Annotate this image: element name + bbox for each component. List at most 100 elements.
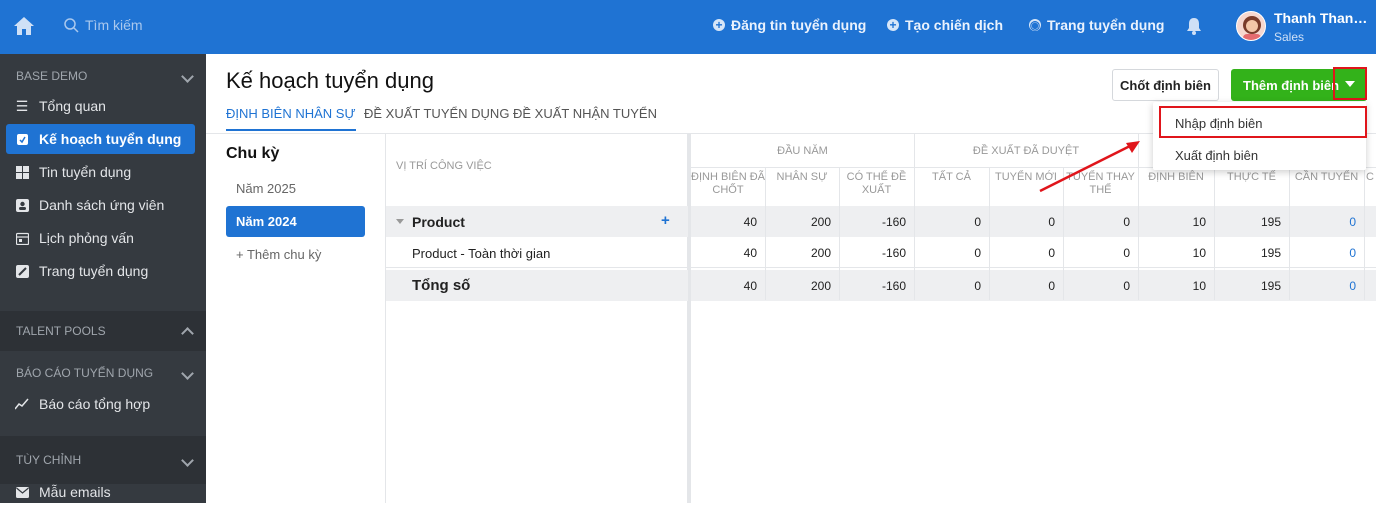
cycle-panel: Chu kỳ Năm 2025 Năm 2024 + Thêm chu kỳ — [206, 134, 386, 503]
top-bar: Tìm kiếm + Đăng tin tuyển dụng + Tạo chiến… — [0, 0, 1376, 54]
section-report[interactable]: BÁO CÁO TUYỂN DỤNG — [0, 357, 206, 389]
cycle-title: Chu kỳ — [226, 145, 280, 162]
col-header-finalized: ĐỊNH BIÊN ĐÃ CHỐT — [691, 171, 765, 196]
section-talent-pools[interactable]: TALENT POOLS — [0, 311, 206, 351]
table-cell: 0 — [1123, 214, 1130, 229]
calendar-icon — [15, 231, 29, 245]
user-name[interactable]: Thanh Thanh ... — [1274, 10, 1374, 26]
sidebar-item-candidates[interactable]: Danh sách ứng viên — [6, 190, 195, 220]
add-headcount-dropdown-toggle[interactable] — [1333, 67, 1367, 100]
table-cell: 40 — [743, 278, 757, 293]
table-cell: 40 — [743, 245, 757, 260]
caret-down-icon — [1345, 80, 1355, 87]
sidebar-item-summary-report[interactable]: Báo cáo tổng hợp — [6, 389, 195, 419]
table-cell: -160 — [881, 278, 906, 293]
sidebar-item-job-posts[interactable]: Tin tuyển dụng — [6, 157, 195, 187]
plus-circle-icon: + — [887, 19, 899, 31]
finalize-headcount-button[interactable]: Chốt định biên — [1112, 69, 1219, 101]
sidebar: BASE DEMO ☰ Tổng quan Kế hoạch tuyển dụng… — [0, 54, 206, 503]
table-cell-link[interactable]: 0 — [1289, 237, 1364, 268]
col-header-replacement: TUYỂN THAY THẾ — [1066, 171, 1135, 196]
table-cell: 195 — [1260, 245, 1281, 260]
table-cell: 0 — [974, 214, 981, 229]
section-base-demo[interactable]: BASE DEMO — [0, 60, 206, 92]
table-cell: 0 — [1123, 245, 1130, 260]
collapse-triangle-icon — [396, 219, 404, 224]
table-cell: 0 — [1048, 245, 1055, 260]
grid-icon — [15, 165, 29, 179]
table-cell-link[interactable]: 0 — [1289, 270, 1364, 301]
position-header: VỊ TRÍ CÔNG VIỆC — [396, 160, 492, 172]
home-icon[interactable] — [12, 15, 36, 37]
col-header-new-hire: TUYỂN MỚI — [995, 171, 1057, 183]
sidebar-item-overview[interactable]: ☰ Tổng quan — [6, 91, 195, 121]
sidebar-item-recruitment-plan[interactable]: Kế hoạch tuyển dụng — [6, 124, 195, 154]
mail-icon — [15, 485, 29, 499]
cycle-item-2024[interactable]: Năm 2024 — [226, 206, 365, 237]
col-header-actual: THỰC TẾ — [1227, 171, 1276, 183]
table-cell: -160 — [881, 245, 906, 260]
grid-line — [1364, 168, 1365, 300]
group-header-start-year: ĐẦU NĂM — [691, 134, 914, 168]
chevron-down-icon — [181, 366, 194, 380]
col-header-headcount: ĐỊNH BIÊN — [1148, 171, 1204, 183]
search-box[interactable]: Tìm kiếm — [64, 17, 143, 33]
row-label-product[interactable]: Product — [396, 206, 465, 237]
add-position-icon[interactable]: + — [661, 212, 670, 229]
col-header-need: CẦN TUYỂN — [1294, 171, 1359, 183]
chevron-down-icon — [181, 69, 194, 83]
tab-recruit-proposal[interactable]: ĐỀ XUẤT TUYỂN DỤNG — [364, 106, 509, 129]
sidebar-item-career-page[interactable]: Trang tuyển dụng — [6, 256, 195, 286]
highlight-box — [1159, 106, 1367, 138]
add-cycle-link[interactable]: + Thêm chu kỳ — [226, 239, 365, 270]
table-cell: 10 — [1192, 278, 1206, 293]
table-cell: 10 — [1192, 214, 1206, 229]
table-cell: 195 — [1260, 214, 1281, 229]
col-header-all: TẤT CẢ — [932, 171, 971, 183]
table-cell: -160 — [881, 214, 906, 229]
globe-icon: ◉ — [1029, 18, 1041, 32]
plan-icon — [15, 132, 29, 146]
search-icon — [64, 17, 79, 33]
sidebar-item-interview-schedule[interactable]: Lịch phỏng vấn — [6, 223, 195, 253]
search-placeholder: Tìm kiếm — [85, 17, 143, 33]
chevron-down-icon — [181, 453, 194, 467]
table-cell: 195 — [1260, 278, 1281, 293]
page-title: Kế hoạch tuyển dụng — [226, 68, 434, 93]
col-header-staff: NHÂN SỰ — [776, 171, 828, 183]
tab-hire-proposal[interactable]: ĐỀ XUẤT NHẬN TUYỂN — [513, 106, 657, 129]
position-column: VỊ TRÍ CÔNG VIỆC — [386, 134, 688, 503]
table-cell: 200 — [810, 245, 831, 260]
row-label-total: Tổng số — [412, 277, 471, 294]
bell-icon[interactable] — [1185, 16, 1203, 36]
table-cell: 0 — [1048, 214, 1055, 229]
table-cell: 200 — [810, 214, 831, 229]
page-icon — [15, 264, 29, 278]
group-header-approved: ĐỀ XUẤT ĐÃ DUYỆT — [914, 134, 1138, 168]
table-cell: 10 — [1192, 245, 1206, 260]
main-content: Kế hoạch tuyển dụng ĐỊNH BIÊN NHÂN SỰ ĐỀ… — [206, 54, 1376, 503]
table-cell-link[interactable]: 0 — [1289, 206, 1364, 237]
table-cell: 0 — [1048, 278, 1055, 293]
cycle-item-2025[interactable]: Năm 2025 — [226, 173, 365, 204]
col-header-extra: C — [1366, 171, 1374, 183]
avatar[interactable] — [1236, 11, 1266, 41]
export-headcount-item[interactable]: Xuất định biên — [1153, 138, 1366, 172]
row-label-product-fulltime: Product - Toàn thời gian — [412, 246, 551, 261]
plus-circle-icon: + — [713, 19, 725, 31]
table-cell: 40 — [743, 214, 757, 229]
nav-post-job[interactable]: + Đăng tin tuyển dụng — [713, 17, 866, 33]
tab-headcount[interactable]: ĐỊNH BIÊN NHÂN SỰ — [226, 106, 356, 131]
nav-create-campaign[interactable]: + Tạo chiến dịch — [887, 17, 1003, 33]
chevron-up-icon — [181, 327, 194, 340]
menu-icon: ☰ — [15, 97, 29, 114]
table-cell: 0 — [974, 278, 981, 293]
chart-icon — [15, 397, 29, 411]
col-header-proposable: CÓ THỂ ĐỀ XUẤT — [846, 171, 907, 196]
user-role: Sales — [1274, 30, 1305, 44]
table-cell: 0 — [1123, 278, 1130, 293]
nav-career-page[interactable]: ◉ Trang tuyển dụng — [1029, 17, 1164, 33]
candidate-icon — [15, 198, 29, 212]
table-cell: 200 — [810, 278, 831, 293]
table-cell: 0 — [974, 245, 981, 260]
